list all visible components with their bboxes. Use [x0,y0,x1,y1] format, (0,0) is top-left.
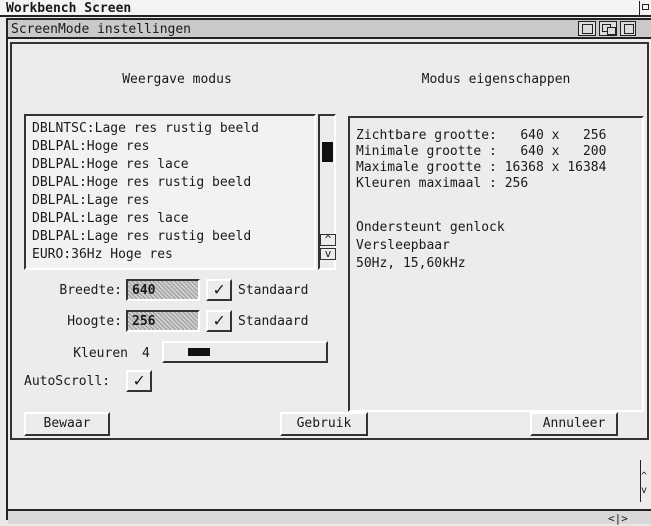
window-icon [624,24,634,34]
property-line: 50Hz, 15,60kHz [356,256,466,271]
width-default-label: Standaard [238,283,309,298]
height-label: Hoogte: [67,314,122,329]
depth-gadget[interactable] [599,21,617,36]
save-button[interactable]: Bewaar [24,412,110,436]
background-scrollbar[interactable]: ^ v [640,460,651,502]
mode-properties-box: Zichtbare grootte: 640 x 256 Minimale gr… [348,116,644,412]
width-default-checkbox[interactable]: ✓ [206,279,232,301]
screen-title: Workbench Screen [6,1,132,16]
property-line: Minimale grootte : 640 x 200 [356,144,607,159]
list-scrollbar[interactable]: ^ v [318,114,336,270]
display-mode-list[interactable]: DBLNTSC:Lage res rustig beeld DBLPAL:Hog… [24,114,316,270]
background-hscrollbar[interactable]: <|> [8,509,651,525]
window-title-bar[interactable]: ScreenMode instellingen [8,20,651,39]
colors-slider-knob[interactable] [188,348,210,356]
use-button[interactable]: Gebruik [280,412,368,436]
screen-title-bar: Workbench Screen [0,0,651,17]
property-line: Ondersteunt genlock [356,220,505,235]
screenmode-window: ScreenMode instellingen Weergave modus M… [6,18,651,520]
list-item[interactable]: DBLNTSC:Lage res rustig beeld [32,121,259,136]
scroll-down-icon[interactable]: v [320,248,336,260]
scroll-down-icon[interactable]: v [641,486,651,498]
property-line: Versleepbaar [356,238,450,253]
depth-front-icon [607,27,616,35]
height-default-label: Standaard [238,314,309,329]
autoscroll-checkbox[interactable]: ✓ [126,370,152,392]
colors-slider[interactable] [162,341,328,363]
list-item[interactable]: DBLPAL:Hoge res lace [32,157,189,172]
list-item[interactable]: DBLPAL:Hoge res [32,139,149,154]
property-line: Maximale grootte : 16368 x 16384 [356,160,607,175]
scroll-up-icon[interactable]: ^ [641,472,651,484]
window-depth-gadget[interactable] [620,21,636,36]
height-field[interactable]: 256 [126,310,200,332]
depth-icon [642,4,649,10]
scroll-up-icon[interactable]: ^ [320,234,336,246]
cancel-button[interactable]: Annuleer [530,412,618,436]
width-label: Breedte: [59,283,122,298]
zoom-icon [582,24,593,34]
property-line: Zichtbare grootte: 640 x 256 [356,128,607,143]
window-title: ScreenMode instellingen [11,22,192,37]
list-item[interactable]: EURO:36Hz Hoge res [32,247,173,262]
property-line: Kleuren maximaal : 256 [356,176,529,191]
display-mode-header: Weergave modus [122,72,232,87]
list-item[interactable]: DBLPAL:Lage res lace [32,211,189,226]
mode-properties-header: Modus eigenschappen [421,72,571,87]
colors-label: Kleuren [73,346,128,361]
height-default-checkbox[interactable]: ✓ [206,310,232,332]
width-field[interactable]: 640 [126,279,200,301]
zoom-gadget[interactable] [578,21,596,36]
list-item[interactable]: DBLPAL:Hoge res rustig beeld [32,175,251,190]
list-item[interactable]: DBLPAL:Lage res rustig beeld [32,229,251,244]
main-panel: Weergave modus Modus eigenschappen DBLNT… [10,42,649,440]
list-item[interactable]: DBLPAL:Lage res [32,193,149,208]
autoscroll-label: AutoScroll: [24,374,111,389]
scrollbar-knob[interactable] [322,142,333,162]
screen-depth-gadget[interactable] [639,1,651,15]
colors-value: 4 [142,346,150,361]
